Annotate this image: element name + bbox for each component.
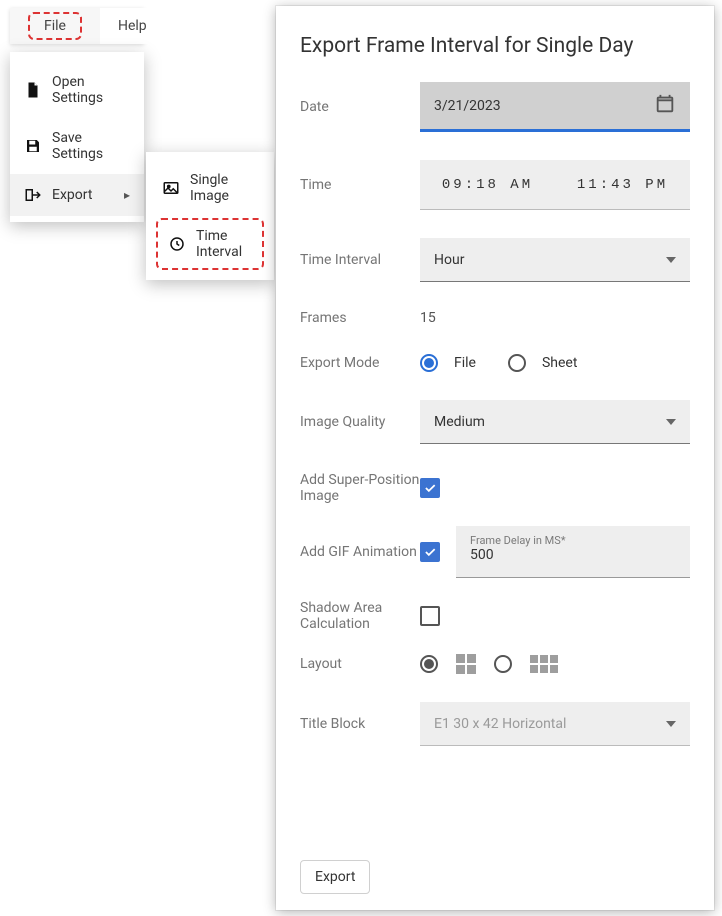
label-date: Date [300, 99, 420, 115]
row-shadow: Shadow Area Calculation [300, 600, 690, 632]
row-title-block: Title Block E1 30 x 42 Horizontal [300, 702, 690, 746]
chevron-down-icon [666, 721, 676, 727]
layout-radio-sheet[interactable] [494, 655, 512, 673]
export-button[interactable]: Export [300, 860, 370, 894]
label-image-quality: Image Quality [300, 414, 420, 430]
menu-export[interactable]: Export [10, 174, 144, 216]
chevron-right-icon [124, 187, 130, 203]
row-layout: Layout [300, 654, 690, 674]
menu-file[interactable]: File [10, 8, 100, 44]
label-gif: Add GIF Animation [300, 544, 420, 560]
frame-delay-label: Frame Delay in MS* [470, 534, 676, 547]
shadow-checkbox[interactable] [420, 606, 440, 626]
document-icon [24, 81, 42, 99]
panel-title: Export Frame Interval for Single Day [300, 34, 690, 58]
label-layout: Layout [300, 656, 420, 672]
date-value: 3/21/2023 [434, 98, 501, 114]
submenu-single-image[interactable]: Single Image [146, 160, 274, 216]
grid-3x2-icon [530, 655, 558, 673]
interval-value: Hour [434, 252, 464, 268]
label-shadow: Shadow Area Calculation [300, 600, 420, 632]
chevron-down-icon [666, 257, 676, 263]
superposition-checkbox[interactable] [420, 478, 440, 498]
title-block-select[interactable]: E1 30 x 42 Horizontal [420, 702, 690, 746]
menu-help[interactable]: Help [100, 8, 165, 44]
row-frames: Frames 15 [300, 310, 690, 326]
frames-value: 15 [420, 310, 436, 326]
row-gif: Add GIF Animation Frame Delay in MS* 500 [300, 526, 690, 578]
file-dropdown: Open Settings Save Settings Export [10, 52, 144, 222]
label-time-interval: Time Interval [300, 252, 420, 268]
label-export-mode: Export Mode [300, 355, 420, 371]
grid-2x2-icon [456, 654, 476, 674]
menu-save-settings[interactable]: Save Settings [10, 118, 144, 174]
row-export-mode: Export Mode File Sheet [300, 354, 690, 372]
chevron-down-icon [666, 419, 676, 425]
clock-icon [168, 235, 186, 253]
interval-select[interactable]: Hour [420, 238, 690, 282]
export-icon [24, 186, 42, 204]
quality-value: Medium [434, 414, 485, 430]
title-block-value: E1 30 x 42 Horizontal [434, 716, 566, 732]
row-image-quality: Image Quality Medium [300, 400, 690, 444]
frame-delay-input[interactable]: Frame Delay in MS* 500 [456, 526, 690, 578]
row-date: Date 3/21/2023 [300, 82, 690, 132]
radio-sheet-label: Sheet [542, 355, 577, 371]
label-superposition: Add Super-Position Image [300, 472, 420, 504]
frame-delay-value: 500 [470, 547, 676, 563]
layout-radio-single[interactable] [420, 655, 438, 673]
radio-file[interactable] [420, 354, 438, 372]
menu-open-settings[interactable]: Open Settings [10, 62, 144, 118]
row-superposition: Add Super-Position Image [300, 472, 690, 504]
time-start: 09:18 AM [442, 177, 533, 193]
menubar: File Help [10, 8, 144, 44]
save-icon [24, 137, 42, 155]
date-input[interactable]: 3/21/2023 [420, 82, 690, 132]
radio-file-label: File [454, 355, 476, 371]
row-time-interval: Time Interval Hour [300, 238, 690, 282]
time-end: 11:43 PM [577, 177, 668, 193]
image-icon [162, 179, 180, 197]
submenu-time-interval[interactable]: Time Interval [156, 218, 264, 270]
time-input[interactable]: 09:18 AM 11:43 PM [420, 160, 690, 210]
row-time: Time 09:18 AM 11:43 PM [300, 160, 690, 210]
export-submenu: Single Image Time Interval [146, 152, 274, 280]
label-time: Time [300, 177, 420, 193]
export-panel: Export Frame Interval for Single Day Dat… [276, 6, 714, 910]
quality-select[interactable]: Medium [420, 400, 690, 444]
label-title-block: Title Block [300, 716, 420, 732]
radio-sheet[interactable] [508, 354, 526, 372]
menu-file-label: File [28, 12, 82, 40]
label-frames: Frames [300, 310, 420, 326]
panel-footer: Export [300, 852, 690, 894]
gif-checkbox[interactable] [420, 542, 440, 562]
calendar-icon [654, 93, 676, 119]
